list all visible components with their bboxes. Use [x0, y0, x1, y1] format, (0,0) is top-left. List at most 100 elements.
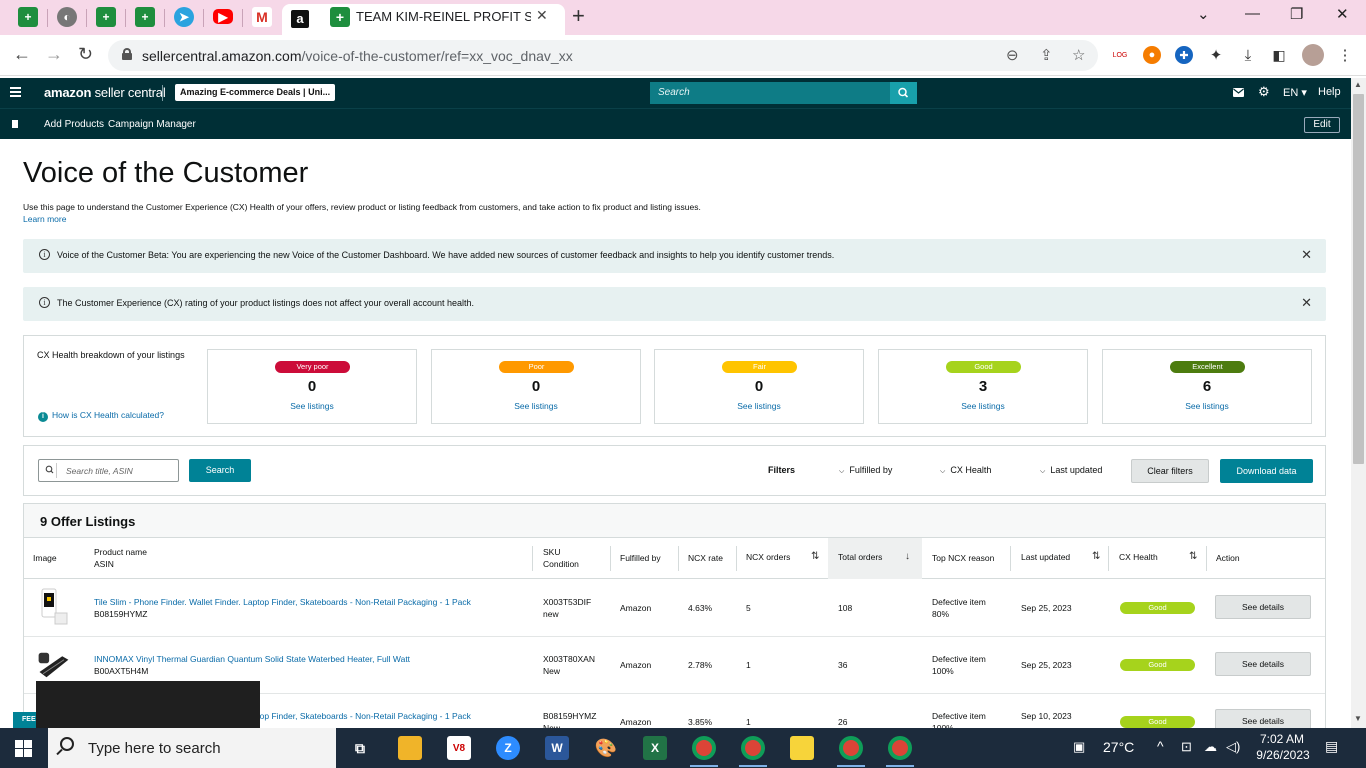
taskbar-search-box[interactable]: Type here to search: [48, 728, 336, 768]
feedback-tab[interactable]: FEE: [13, 712, 37, 728]
network-icon[interactable]: ⊡: [1181, 739, 1192, 755]
bookmark-icon[interactable]: [12, 120, 18, 128]
sheets-tab-icon[interactable]: +: [96, 7, 116, 27]
col-cx-health[interactable]: CX Health: [1119, 551, 1158, 563]
extension-blue-icon[interactable]: ✚: [1175, 46, 1193, 64]
see-listings-link[interactable]: See listings: [655, 401, 863, 411]
mail-icon[interactable]: [1233, 88, 1244, 97]
see-details-button[interactable]: See details: [1215, 652, 1311, 676]
cx-health-how-link[interactable]: i How is CX Health calculated?: [38, 410, 164, 422]
excel-icon[interactable]: X: [643, 736, 667, 760]
scroll-down-icon[interactable]: ▼: [1354, 714, 1362, 723]
back-arrow-icon[interactable]: ←: [13, 44, 31, 65]
chrome-icon[interactable]: [839, 736, 863, 760]
product-thumbnail[interactable]: [36, 645, 71, 685]
file-explorer-icon[interactable]: [398, 736, 422, 760]
active-tab-title[interactable]: TEAM KIM-REINEL PROFIT SHEET: [356, 9, 531, 24]
reload-icon[interactable]: ↻: [78, 44, 93, 65]
see-details-button[interactable]: See details: [1215, 595, 1311, 619]
listing-search-input[interactable]: Search title, ASIN: [38, 459, 179, 482]
profile-avatar[interactable]: [1302, 44, 1324, 66]
youtube-tab-icon[interactable]: ▶: [213, 9, 233, 24]
share-icon[interactable]: ⇪: [1040, 46, 1053, 64]
subnav-add-products[interactable]: Add Products: [44, 119, 104, 130]
side-panel-icon[interactable]: ◧: [1270, 46, 1288, 64]
see-listings-link[interactable]: See listings: [432, 401, 640, 411]
last-updated-filter[interactable]: ⌵ Last updated: [1040, 465, 1102, 476]
page-scrollbar[interactable]: ▲ ▼: [1351, 78, 1366, 728]
product-name-link[interactable]: Tile Slim - Phone Finder. Wallet Finder.…: [94, 596, 471, 608]
lock-icon[interactable]: [122, 48, 132, 60]
restore-icon[interactable]: ❐: [1290, 5, 1303, 23]
see-listings-link[interactable]: See listings: [1103, 401, 1311, 411]
sticky-notes-icon[interactable]: [790, 736, 814, 760]
sort-down-arrow-icon[interactable]: ↓: [905, 551, 910, 562]
subnav-campaign-manager[interactable]: Campaign Manager: [108, 119, 196, 130]
paint-icon[interactable]: 🎨: [594, 736, 618, 760]
extension-orange-icon[interactable]: ●: [1143, 46, 1161, 64]
address-bar[interactable]: sellercentral.amazon.com/voice-of-the-cu…: [108, 40, 1098, 71]
sort-icon[interactable]: ⇅: [1189, 551, 1197, 562]
cx-health-filter[interactable]: ⌵ CX Health: [940, 465, 991, 476]
minimize-icon[interactable]: —: [1245, 5, 1260, 22]
search-button[interactable]: Search: [189, 459, 251, 482]
new-tab-icon[interactable]: +: [572, 3, 585, 29]
telegram-tab-icon[interactable]: ➤: [174, 7, 194, 27]
weather-icon[interactable]: ▣: [1073, 739, 1085, 755]
see-listings-link[interactable]: See listings: [208, 401, 416, 411]
clear-filters-button[interactable]: Clear filters: [1131, 459, 1209, 483]
app-icon[interactable]: V8: [447, 736, 471, 760]
gmail-tab-icon[interactable]: M: [252, 7, 272, 27]
product-name-link[interactable]: INNOMAX Vinyl Thermal Guardian Quantum S…: [94, 653, 410, 665]
chrome-icon[interactable]: [692, 736, 716, 760]
notifications-icon[interactable]: ▤: [1325, 738, 1338, 755]
close-tab-icon[interactable]: ✕: [536, 7, 548, 24]
sort-icon[interactable]: ⇅: [1092, 551, 1100, 562]
download-icon[interactable]: ⤓: [1239, 46, 1257, 64]
scroll-up-icon[interactable]: ▲: [1354, 80, 1362, 89]
tray-chevron-icon[interactable]: ^: [1157, 738, 1164, 754]
temperature[interactable]: 27°C: [1103, 739, 1134, 755]
globe-tab-icon[interactable]: ◐: [57, 7, 77, 27]
tab-search-chevron-icon[interactable]: ⌄: [1197, 5, 1210, 23]
task-view-icon[interactable]: ⧉: [348, 736, 372, 760]
url-text[interactable]: sellercentral.amazon.com/voice-of-the-cu…: [142, 48, 573, 64]
wifi-icon[interactable]: ☁: [1204, 739, 1217, 755]
extensions-puzzle-icon[interactable]: ✦: [1207, 46, 1225, 64]
clock-time[interactable]: 7:02 AM: [1252, 732, 1312, 746]
product-thumbnail[interactable]: [36, 587, 71, 627]
chrome-icon[interactable]: [888, 736, 912, 760]
edit-button[interactable]: Edit: [1304, 117, 1340, 133]
chrome-icon[interactable]: [741, 736, 765, 760]
fulfilled-by-filter[interactable]: ⌵ Fulfilled by: [839, 465, 892, 476]
bookmark-star-icon[interactable]: ☆: [1072, 46, 1085, 64]
sheets-tab-icon[interactable]: +: [135, 7, 155, 27]
download-data-button[interactable]: Download data: [1220, 459, 1313, 483]
windows-start-icon[interactable]: [15, 740, 32, 757]
menu-dots-icon[interactable]: ⋮: [1336, 46, 1354, 64]
header-search-input[interactable]: Search: [650, 82, 891, 104]
hamburger-menu-icon[interactable]: [10, 87, 21, 99]
clock-date[interactable]: 9/26/2023: [1250, 748, 1316, 762]
zoom-icon[interactable]: ⊖: [1006, 46, 1019, 64]
col-last-updated[interactable]: Last updated: [1021, 551, 1070, 563]
language-selector[interactable]: EN ▾: [1283, 86, 1307, 99]
learn-more-link[interactable]: Learn more: [23, 214, 66, 224]
col-total-orders[interactable]: Total orders: [838, 551, 882, 563]
help-link[interactable]: Help: [1318, 86, 1341, 98]
window-close-icon[interactable]: ✕: [1336, 5, 1349, 23]
sheets-tab-icon[interactable]: +: [18, 7, 38, 27]
sort-icon[interactable]: ⇅: [811, 551, 819, 562]
settings-gear-icon[interactable]: ⚙: [1258, 84, 1270, 100]
close-icon[interactable]: ✕: [1301, 295, 1312, 311]
close-icon[interactable]: ✕: [1301, 247, 1312, 263]
seller-central-logo[interactable]: amazon seller central: [44, 85, 166, 100]
forward-arrow-icon[interactable]: →: [45, 44, 63, 65]
see-listings-link[interactable]: See listings: [879, 401, 1087, 411]
store-selector[interactable]: Amazing E-commerce Deals | Uni...: [175, 84, 335, 101]
header-search-button[interactable]: [890, 82, 917, 104]
word-icon[interactable]: W: [545, 736, 569, 760]
col-ncx-orders[interactable]: NCX orders: [746, 551, 790, 563]
extension-icon[interactable]: LOG: [1111, 46, 1129, 64]
zoom-app-icon[interactable]: Z: [496, 736, 520, 760]
